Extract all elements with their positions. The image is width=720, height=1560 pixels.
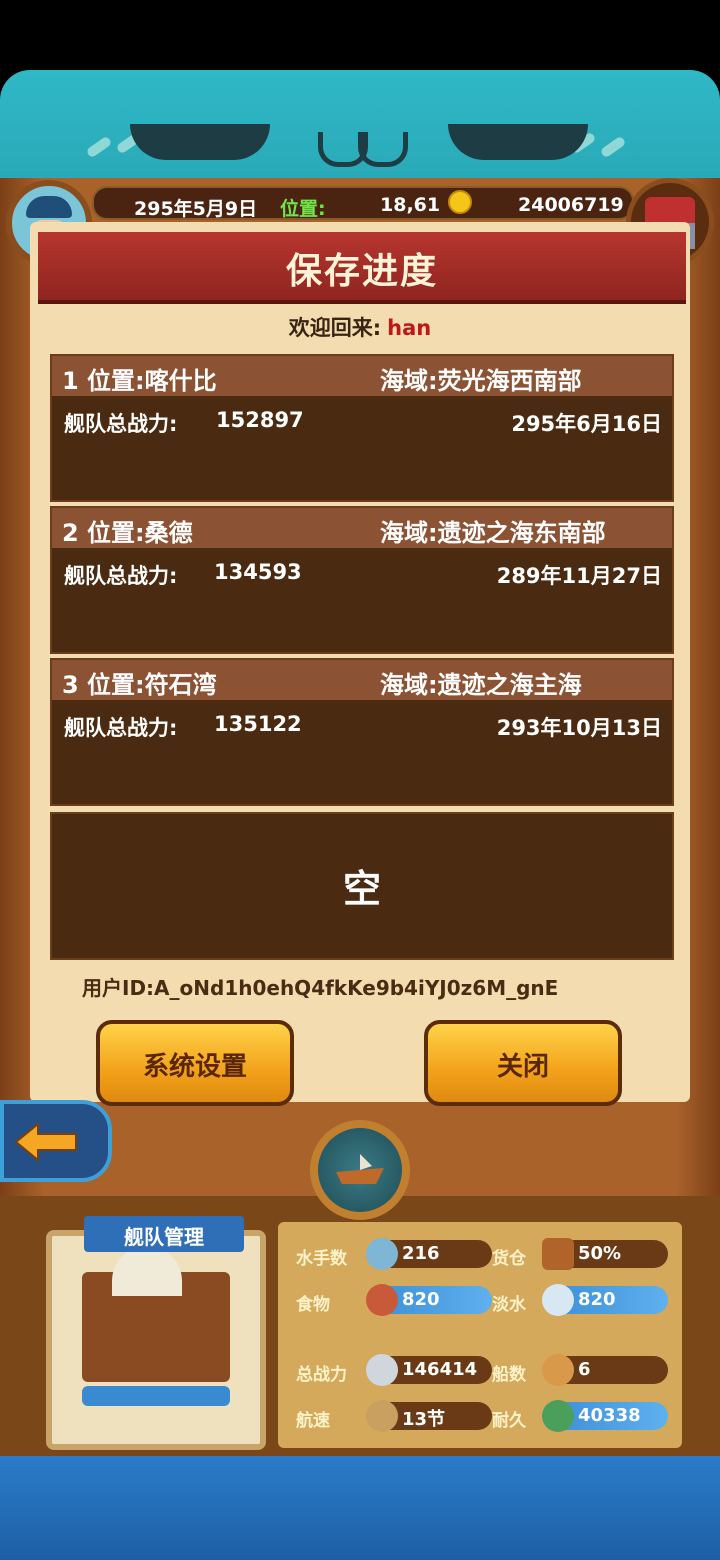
empty-slot-label: 空: [342, 867, 381, 911]
durability-label: 耐久: [492, 1411, 526, 1431]
decor-stripe: [85, 135, 113, 159]
durability-ship-icon: [542, 1400, 574, 1432]
username: han: [387, 316, 432, 340]
cat-banner-decoration: [0, 70, 720, 190]
arrow-left-icon: [14, 1122, 77, 1162]
sailors-value: 216: [366, 1238, 492, 1270]
water-count: 820: [578, 1289, 616, 1310]
speed: 13节: [402, 1409, 446, 1430]
back-button[interactable]: [0, 1100, 112, 1182]
ships-label: 船数: [492, 1365, 526, 1385]
sea-waves-decoration: [0, 1456, 720, 1560]
cargo-percent: 50%: [578, 1243, 622, 1264]
slot-sea-area: 海域:荧光海西南部: [380, 367, 582, 395]
user-id: 用户ID:A_oNd1h0ehQ4fkKe9b4iYJ0z6M_gnE: [82, 976, 559, 1000]
pirate-hat-icon: [26, 196, 72, 218]
slot-date: 295年6月16日: [511, 412, 662, 436]
save-slot-empty[interactable]: 空: [50, 812, 674, 960]
cat-eye-right: [448, 124, 588, 160]
food-label: 食物: [296, 1295, 330, 1315]
sailors-label: 水手数: [296, 1249, 347, 1269]
skull-swords-icon: [366, 1354, 398, 1386]
save-slot-3[interactable]: 3 位置:符石湾 海域:遗迹之海主海 舰队总战力: 135122 293年10月…: [50, 658, 674, 806]
gold-amount: 24006719: [518, 194, 624, 216]
location-label: 位置:: [280, 198, 326, 220]
status-bar: 295年5月9日 位置: 18,61 24006719: [92, 186, 634, 220]
speed-value: 13节: [366, 1400, 492, 1432]
chest-lid: [645, 197, 695, 223]
water-label: 淡水: [492, 1295, 526, 1315]
gold-coin-icon: [448, 190, 472, 214]
settings-button-label: 系统设置: [142, 1052, 247, 1082]
save-slot-2[interactable]: 2 位置:桑德 海域:遗迹之海东南部 舰队总战力: 134593 289年11月…: [50, 506, 674, 654]
slot-header: 3 位置:符石湾 海域:遗迹之海主海: [52, 660, 672, 700]
meat-icon: [366, 1284, 398, 1316]
ship-wave: [82, 1386, 230, 1406]
welcome-message: 欢迎回来: han: [0, 312, 720, 342]
fleet-management-banner[interactable]: 舰队管理: [84, 1216, 244, 1252]
close-button-label: 关闭: [496, 1052, 549, 1082]
sailor-icon: [366, 1238, 398, 1270]
fleet-scroll[interactable]: [46, 1230, 266, 1450]
water-value: 820: [542, 1284, 668, 1316]
total-power-label: 总战力: [296, 1365, 347, 1385]
water-jug-icon: [542, 1284, 574, 1316]
slot-power: 135122: [214, 712, 302, 736]
location-coords: 18,61: [380, 194, 441, 216]
sail-ship-icon: [366, 1400, 398, 1432]
slot-date: 289年11月27日: [496, 564, 662, 588]
slot-location: 1 位置:喀什比: [62, 367, 217, 395]
page-title: 保存进度: [285, 251, 438, 292]
cat-mouth-right: [358, 132, 408, 167]
ship-count-icon: [542, 1354, 574, 1386]
welcome-label: 欢迎回来:: [288, 316, 382, 340]
slot-power: 134593: [214, 560, 302, 584]
slot-header: 1 位置:喀什比 海域:荧光海西南部: [52, 356, 672, 396]
speed-label: 航速: [296, 1411, 330, 1431]
slot-location: 2 位置:桑德: [62, 519, 193, 547]
title-banner: 保存进度: [38, 232, 686, 304]
ship-count: 6: [578, 1359, 591, 1380]
cargo-crate-icon: [542, 1238, 574, 1270]
fleet-stats: 水手数 216 货仓 50% 食物 820 淡水 820 总战力 146414 …: [278, 1222, 682, 1448]
cargo-label: 货仓: [492, 1249, 526, 1269]
ship-helm-icon[interactable]: [310, 1120, 410, 1220]
slot-location: 3 位置:符石湾: [62, 671, 217, 699]
boat-icon: [336, 1154, 384, 1184]
slot-power: 152897: [216, 408, 304, 432]
durability: 40338: [578, 1405, 641, 1426]
slot-sea-area: 海域:遗迹之海东南部: [380, 519, 606, 547]
slot-sea-area: 海域:遗迹之海主海: [380, 671, 582, 699]
sailors-count: 216: [402, 1243, 440, 1264]
slot-header: 2 位置:桑德 海域:遗迹之海东南部: [52, 508, 672, 548]
system-settings-button[interactable]: 系统设置: [96, 1020, 294, 1106]
ships-value: 6: [542, 1354, 668, 1386]
food-count: 820: [402, 1289, 440, 1310]
slot-date: 293年10月13日: [496, 716, 662, 740]
slot-power-label: 舰队总战力:: [64, 716, 178, 740]
game-date: 295年5月9日: [134, 198, 258, 220]
ship-sail: [112, 1246, 182, 1296]
decor-stripe: [599, 135, 627, 159]
total-power: 146414: [402, 1359, 478, 1380]
slot-power-label: 舰队总战力:: [64, 564, 178, 588]
durability-value: 40338: [542, 1400, 668, 1432]
cat-eye-left: [130, 124, 270, 160]
save-slot-1[interactable]: 1 位置:喀什比 海域:荧光海西南部 舰队总战力: 152897 295年6月1…: [50, 354, 674, 502]
slot-power-label: 舰队总战力:: [64, 412, 178, 436]
total-power-value: 146414: [366, 1354, 492, 1386]
cargo-value: 50%: [542, 1238, 668, 1270]
fleet-management-label: 舰队管理: [124, 1225, 204, 1249]
food-value: 820: [366, 1284, 492, 1316]
close-button[interactable]: 关闭: [424, 1020, 622, 1106]
